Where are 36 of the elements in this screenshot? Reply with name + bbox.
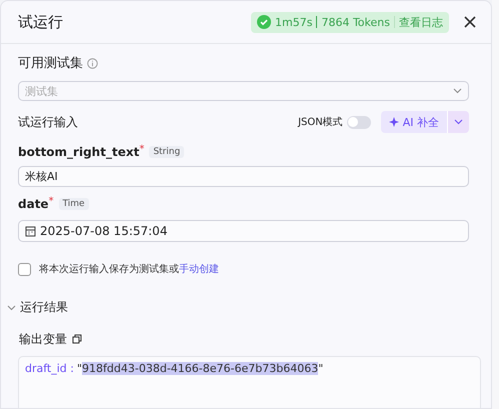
field-label: 可用测试集 <box>18 55 83 72</box>
sparkle-icon <box>388 117 399 127</box>
panel-title: 试运行 <box>18 12 64 32</box>
manual-create-link[interactable]: 手动创建 <box>179 264 219 275</box>
json-mode-toggle[interactable] <box>346 116 371 128</box>
quote-mark: " <box>76 362 82 375</box>
output-label: 输出变量 <box>19 330 67 348</box>
duration-text: 1m57s <box>275 16 312 28</box>
section-label: 试运行输入 <box>18 114 79 130</box>
checkbox[interactable] <box>18 262 31 276</box>
chevron-down-icon <box>454 119 463 125</box>
view-log-link[interactable]: 查看日志 <box>399 14 443 30</box>
info-icon <box>87 58 98 68</box>
input-field[interactable]: 2025-07-08 15:57:04 <box>18 220 469 242</box>
ai-complete-button[interactable]: AI 补全 <box>380 111 447 133</box>
copy-icon[interactable] <box>72 334 82 344</box>
output-value: 918fdd43-038d-4166-8e76-6e7b73b64063 <box>82 362 318 375</box>
chevron-down-icon <box>453 88 462 94</box>
quote-mark: " <box>318 362 324 375</box>
json-mode-label: JSON模式 <box>298 116 343 129</box>
input-field[interactable]: 米核AI <box>18 166 469 187</box>
chevron-icon[interactable] <box>7 304 16 310</box>
required-mark: * <box>139 144 144 155</box>
output-key: draft_id : <box>25 362 74 375</box>
variable-name: date <box>18 197 49 211</box>
dropdown-button[interactable] <box>447 111 469 133</box>
select-placeholder: 测试集 <box>25 84 58 98</box>
variable-name: bottom_right_text <box>18 145 140 159</box>
type-tag: String <box>149 146 184 158</box>
token-count: 7864 Tokens <box>321 16 390 28</box>
calendar-icon <box>25 226 36 236</box>
section-title: 运行结果 <box>20 299 68 316</box>
type-tag: Time <box>58 198 89 210</box>
required-mark: * <box>48 196 54 207</box>
save-option-text: 将本次运行输入保存为测试集或手动创建 <box>39 262 219 276</box>
close-icon[interactable] <box>463 15 477 29</box>
